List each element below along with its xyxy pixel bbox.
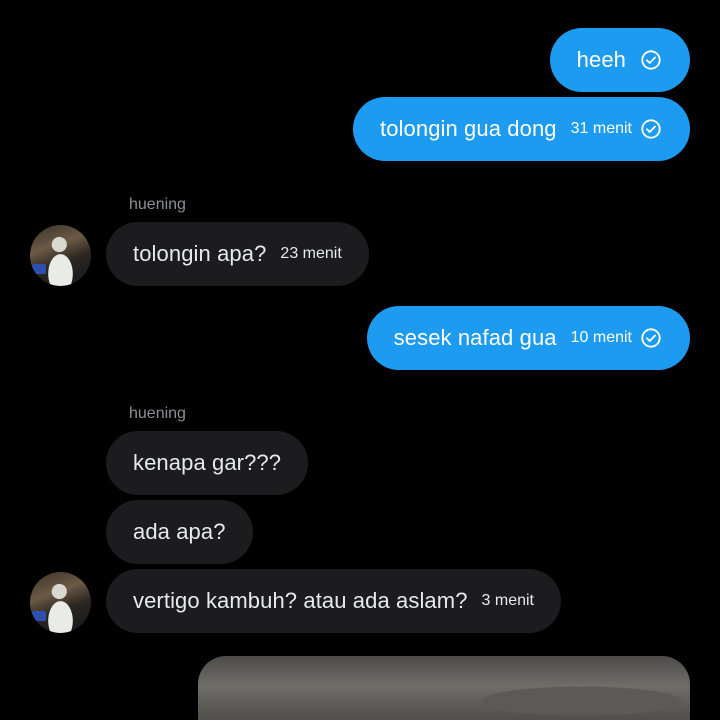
chat-thread: heeh tolongin gua dong 31 menit huening …: [0, 0, 720, 720]
check-circle-icon: [640, 49, 662, 71]
message-time: 31 menit: [570, 120, 632, 137]
photo-attachment[interactable]: [198, 656, 690, 720]
sender-name: huening: [129, 405, 186, 422]
message-text: heeh: [576, 47, 626, 72]
message-text: kenapa gar???: [133, 450, 282, 475]
message-text: sesek nafad gua: [393, 325, 557, 350]
avatar[interactable]: [30, 572, 91, 633]
message-text: ada apa?: [133, 519, 226, 544]
message-bubble-incoming[interactable]: tolongin apa? 23 menit: [106, 222, 369, 286]
message-bubble-incoming[interactable]: vertigo kambuh? atau ada aslam? 3 menit: [106, 569, 561, 633]
message-bubble-outgoing[interactable]: sesek nafad gua 10 menit: [366, 306, 690, 370]
message-bubble-incoming[interactable]: kenapa gar???: [106, 431, 309, 495]
message-text: tolongin gua dong: [379, 116, 557, 141]
message-bubble-outgoing[interactable]: tolongin gua dong 31 menit: [352, 97, 690, 161]
message-meta: 3 menit: [482, 592, 534, 610]
message-bubble-incoming[interactable]: ada apa?: [106, 500, 253, 564]
check-circle-icon: [640, 327, 662, 349]
sender-name: huening: [129, 196, 186, 213]
message-text: vertigo kambuh? atau ada aslam?: [133, 588, 468, 613]
message-text: tolongin apa?: [133, 241, 267, 266]
avatar[interactable]: [30, 225, 91, 286]
message-meta: 23 menit: [280, 245, 341, 263]
message-time: 23 menit: [280, 245, 342, 262]
message-time: 3 menit: [481, 592, 534, 609]
message-meta: 10 menit: [571, 327, 662, 349]
check-circle-icon: [640, 118, 662, 140]
message-time: 10 menit: [570, 329, 632, 346]
message-bubble-outgoing[interactable]: heeh: [549, 28, 690, 92]
message-meta: 31 menit: [571, 118, 662, 140]
